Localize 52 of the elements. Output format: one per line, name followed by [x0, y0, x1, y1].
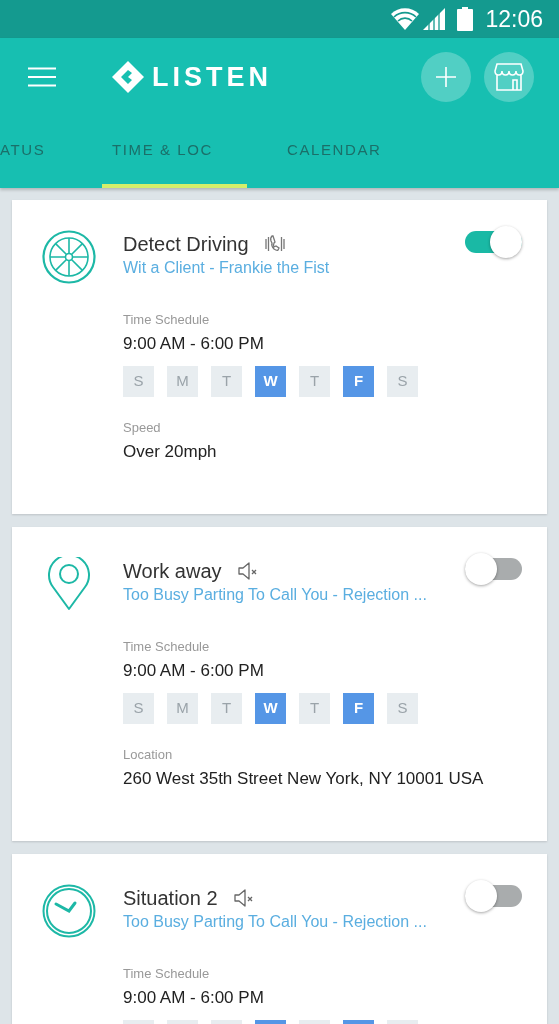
- wifi-icon: [391, 8, 420, 30]
- field-label: Time Schedule: [123, 639, 210, 654]
- signal-icon: [423, 8, 446, 30]
- day-toggle[interactable]: M: [167, 693, 198, 724]
- field-value: 9:00 AM - 6:00 PM: [123, 334, 264, 353]
- battery-icon: [457, 7, 474, 31]
- day-toggle[interactable]: T: [211, 366, 242, 397]
- field-value: 260 West 35th Street New York, NY 10001 USA: [123, 769, 484, 788]
- day-toggle[interactable]: F: [343, 693, 374, 724]
- plus-icon: [436, 67, 456, 87]
- tab[interactable]: ATUS: [0, 116, 102, 188]
- tab[interactable]: TIME & LOC: [102, 116, 247, 188]
- field-value: 9:00 AM - 6:00 PM: [123, 661, 264, 680]
- add-button[interactable]: [421, 52, 471, 102]
- field-label: Time Schedule: [123, 312, 210, 327]
- field-label: Speed: [123, 420, 161, 435]
- day-toggle[interactable]: W: [255, 366, 286, 397]
- vibrate-icon: [264, 234, 285, 254]
- rule-title: Work away: [123, 559, 222, 583]
- ringtone-link[interactable]: Wit a Client - Frankie the Fist: [123, 258, 330, 278]
- ringtone-link[interactable]: Too Busy Parting To Call You - Rejection ...: [123, 585, 427, 605]
- wheel-icon: [42, 230, 96, 284]
- field-label: Time Schedule: [123, 966, 210, 981]
- mute-icon: [233, 888, 254, 908]
- mute-icon: [237, 561, 258, 581]
- day-toggle[interactable]: W: [255, 693, 286, 724]
- day-toggle[interactable]: S: [123, 366, 154, 397]
- toggle-switch[interactable]: [465, 552, 522, 586]
- day-toggle[interactable]: T: [211, 693, 242, 724]
- logo-icon: [112, 61, 144, 93]
- day-toggle[interactable]: S: [387, 693, 418, 724]
- toggle-switch[interactable]: [465, 879, 522, 913]
- toggle-switch[interactable]: [465, 225, 522, 259]
- store-button[interactable]: [484, 52, 534, 102]
- store-icon: [494, 63, 524, 91]
- day-toggle[interactable]: S: [123, 693, 154, 724]
- rule-title: Detect Driving: [123, 232, 249, 256]
- rule-title: Situation 2: [123, 886, 218, 910]
- field-label: Location: [123, 747, 173, 762]
- app-title: LISTEN: [152, 63, 272, 91]
- day-toggle[interactable]: F: [343, 366, 374, 397]
- field-value: 9:00 AM - 6:00 PM: [123, 988, 264, 1007]
- menu-icon[interactable]: [28, 67, 56, 87]
- ringtone-link[interactable]: Too Busy Parting To Call You - Rejection ...: [123, 912, 427, 932]
- day-toggle[interactable]: S: [387, 366, 418, 397]
- clock-time: 12:06: [485, 7, 543, 31]
- clock-icon: [42, 884, 96, 938]
- day-toggle[interactable]: T: [299, 693, 330, 724]
- field-value: Over 20mph: [123, 442, 217, 461]
- day-toggle[interactable]: T: [299, 366, 330, 397]
- day-toggle[interactable]: M: [167, 366, 198, 397]
- tab[interactable]: CALENDAR: [247, 116, 407, 188]
